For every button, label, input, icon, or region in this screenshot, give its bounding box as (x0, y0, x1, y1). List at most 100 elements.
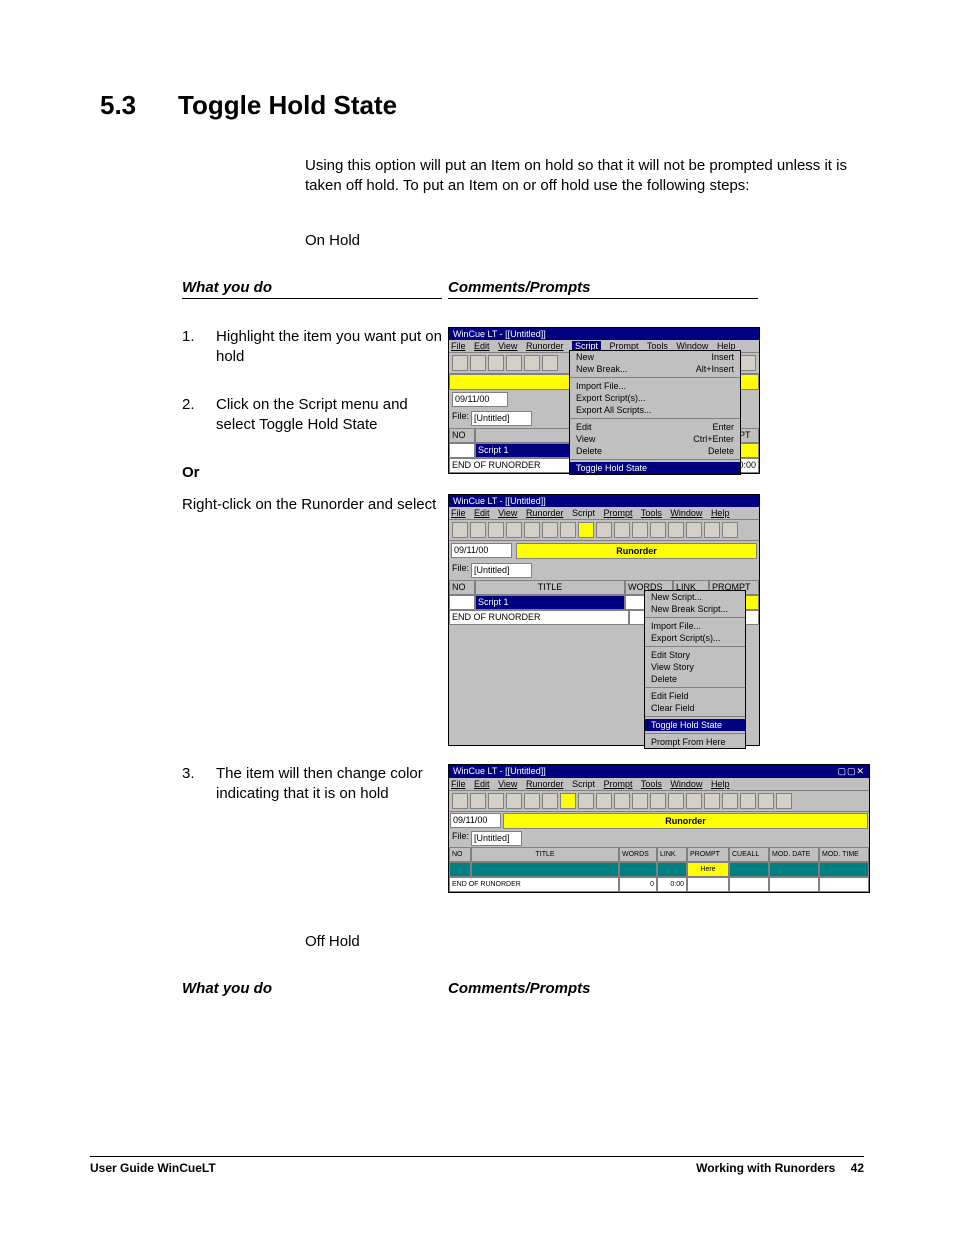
shot1-file-value[interactable]: [Untitled] (471, 411, 532, 426)
toolbar-button[interactable] (704, 522, 720, 538)
toolbar-button[interactable] (542, 355, 558, 371)
menu-item-delete[interactable]: DeleteDelete (570, 445, 740, 457)
shot3-titlebar: WinCue LT - [[Untitled]] (453, 766, 546, 777)
toolbar-button[interactable] (488, 793, 504, 809)
screenshot-hold-result: WinCue LT - [[Untitled]] ▢▢✕ File Edit V… (448, 764, 870, 893)
ctx-new-break[interactable]: New Break Script... (645, 603, 745, 615)
menu-item-edit[interactable]: EditEnter (570, 421, 740, 433)
menu-edit[interactable]: Edit (474, 779, 490, 789)
toolbar-button[interactable] (470, 522, 486, 538)
section-intro: Using this option will put an Item on ho… (305, 156, 864, 197)
toolbar-button[interactable] (650, 793, 666, 809)
menu-help[interactable]: Help (711, 779, 730, 789)
menu-prompt[interactable]: Prompt (604, 508, 633, 518)
menu-edit[interactable]: Edit (474, 341, 490, 351)
shot3-date-field[interactable]: 09/11/00 (450, 813, 501, 828)
menu-view[interactable]: View (498, 779, 517, 789)
toolbar-button[interactable] (524, 355, 540, 371)
ctx-export-scripts[interactable]: Export Script(s)... (645, 632, 745, 644)
menu-help[interactable]: Help (711, 508, 730, 518)
menu-file[interactable]: File (451, 779, 466, 789)
menu-item-new[interactable]: NewInsert (570, 351, 740, 363)
menu-script[interactable]: Script (572, 779, 595, 789)
ctx-clear-field[interactable]: Clear Field (645, 702, 745, 714)
menu-window[interactable]: Window (670, 779, 702, 789)
toolbar-button[interactable] (632, 522, 648, 538)
toolbar-button[interactable] (668, 522, 684, 538)
toolbar-button[interactable] (614, 522, 630, 538)
toolbar-button[interactable] (452, 522, 468, 538)
menu-tools[interactable]: Tools (641, 508, 662, 518)
ctx-prompt-from-here[interactable]: Prompt From Here (645, 736, 745, 748)
menu-file[interactable]: File (451, 341, 466, 351)
menu-file[interactable]: File (451, 508, 466, 518)
ctx-edit-story[interactable]: Edit Story (645, 649, 745, 661)
toolbar-button[interactable] (452, 793, 468, 809)
toolbar-button[interactable] (488, 355, 504, 371)
toolbar-button[interactable] (506, 522, 522, 538)
toolbar-button[interactable] (632, 793, 648, 809)
toolbar-button[interactable] (506, 355, 522, 371)
toolbar-button[interactable] (704, 793, 720, 809)
toolbar-button[interactable] (506, 793, 522, 809)
toolbar-button[interactable] (524, 522, 540, 538)
shot2-date-field[interactable]: 09/11/00 (451, 543, 512, 558)
menu-script[interactable]: Script (572, 508, 595, 518)
toolbar-button[interactable] (758, 793, 774, 809)
toolbar-button[interactable] (686, 793, 702, 809)
toolbar-button[interactable] (596, 793, 612, 809)
toolbar-button[interactable] (668, 793, 684, 809)
toolbar-button[interactable] (740, 793, 756, 809)
shot3-file-value[interactable]: [Untitled] (471, 831, 522, 846)
shot1-date-field[interactable]: 09/11/00 (452, 392, 508, 407)
toolbar-button[interactable] (776, 793, 792, 809)
menu-item-view[interactable]: ViewCtrl+Enter (570, 433, 740, 445)
toolbar-button[interactable] (470, 355, 486, 371)
column-heads-row: What you do Comments/Prompts (182, 279, 864, 309)
menu-view[interactable]: View (498, 341, 517, 351)
toolbar-button[interactable] (650, 522, 666, 538)
ctx-view-story[interactable]: View Story (645, 661, 745, 673)
menu-runorder[interactable]: Runorder (526, 341, 564, 351)
ctx-delete[interactable]: Delete (645, 673, 745, 685)
menu-item-toggle-hold-state[interactable]: Toggle Hold State (570, 462, 740, 474)
ctx-import-file[interactable]: Import File... (645, 620, 745, 632)
menu-runorder[interactable]: Runorder (526, 779, 564, 789)
shot3-runorder-label: Runorder (503, 813, 868, 829)
menu-window[interactable]: Window (670, 508, 702, 518)
toolbar-button[interactable] (470, 793, 486, 809)
menu-runorder[interactable]: Runorder (526, 508, 564, 518)
footer-left: User Guide WinCueLT (90, 1161, 216, 1175)
shot3-here[interactable]: Here (687, 862, 729, 877)
toolbar-button[interactable] (596, 522, 612, 538)
menu-tools[interactable]: Tools (641, 779, 662, 789)
window-controls-icon[interactable]: ▢▢✕ (837, 766, 865, 777)
menu-prompt[interactable]: Prompt (604, 779, 633, 789)
toolbar-button[interactable] (614, 793, 630, 809)
toolbar-button[interactable] (488, 522, 504, 538)
ctx-toggle-hold-state[interactable]: Toggle Hold State (645, 719, 745, 731)
menu-edit[interactable]: Edit (474, 508, 490, 518)
toolbar-button[interactable] (740, 355, 756, 371)
menu-item-export-all[interactable]: Export All Scripts... (570, 404, 740, 416)
menu-view[interactable]: View (498, 508, 517, 518)
menu-item-export-scripts[interactable]: Export Script(s)... (570, 392, 740, 404)
shot2-file-value[interactable]: [Untitled] (471, 563, 532, 578)
toolbar-button[interactable] (542, 793, 558, 809)
toolbar-button[interactable] (686, 522, 702, 538)
menu-item-new-break[interactable]: New Break...Alt+Insert (570, 363, 740, 375)
toolbar-button[interactable] (452, 355, 468, 371)
toolbar-button[interactable] (578, 522, 594, 538)
col-mod-time: MOD. TIME (819, 847, 869, 862)
toolbar-button[interactable] (542, 522, 558, 538)
toolbar-button[interactable] (560, 522, 576, 538)
toolbar-button[interactable] (524, 793, 540, 809)
toolbar-button[interactable] (578, 793, 594, 809)
ctx-edit-field[interactable]: Edit Field (645, 690, 745, 702)
ctx-new-script[interactable]: New Script... (645, 591, 745, 603)
menu-item-import-file[interactable]: Import File... (570, 380, 740, 392)
toolbar-button[interactable] (722, 522, 738, 538)
toolbar-button[interactable] (560, 793, 576, 809)
toolbar-button[interactable] (722, 793, 738, 809)
shot2-selected-script[interactable]: Script 1 (475, 595, 625, 610)
